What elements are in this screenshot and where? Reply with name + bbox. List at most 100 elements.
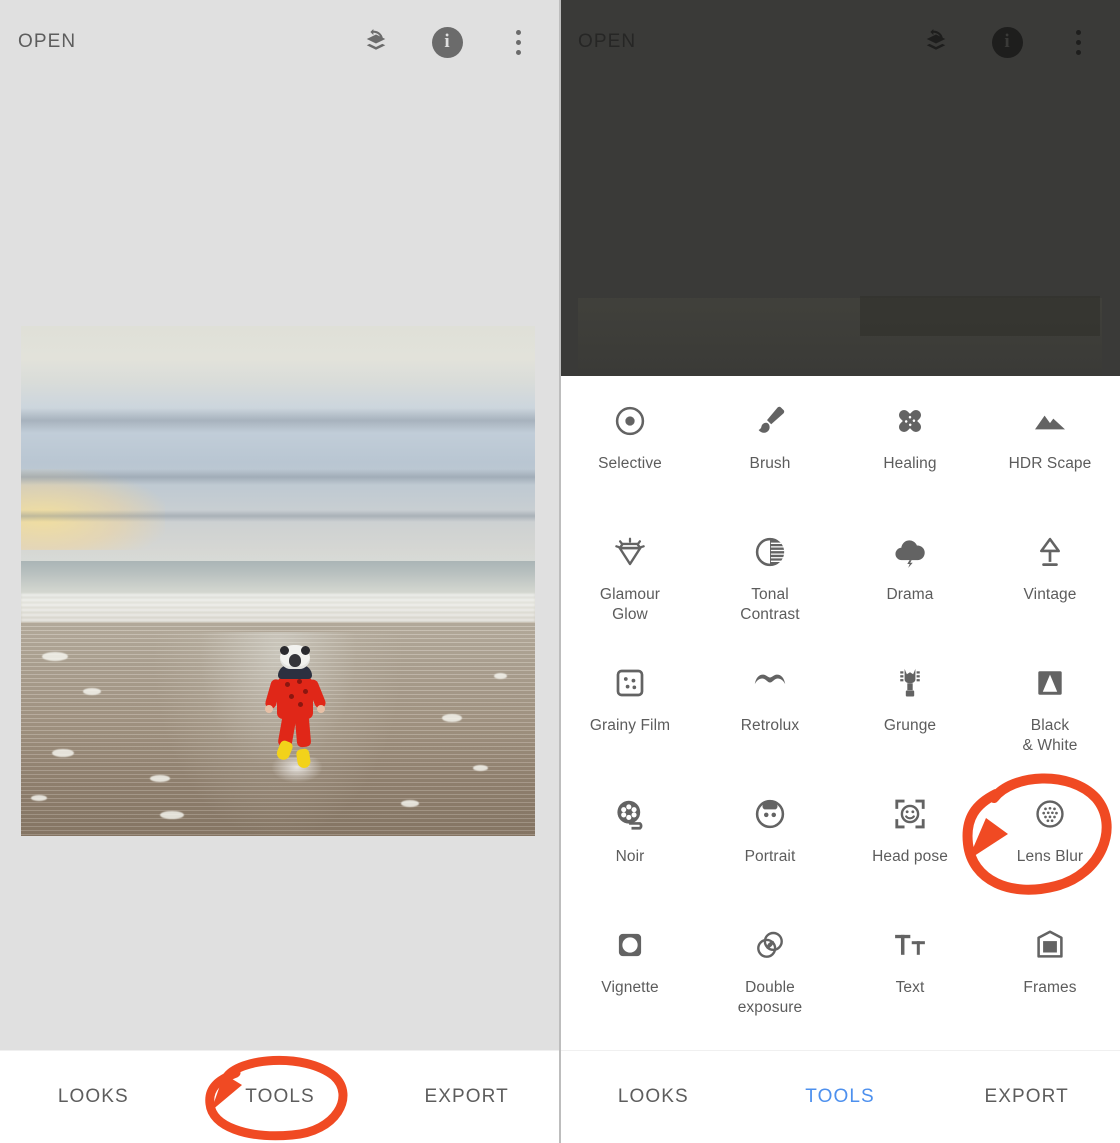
tool-lens-blur[interactable]: Lens Blur xyxy=(980,779,1120,910)
tool-brush[interactable]: Brush xyxy=(700,386,840,517)
noir-icon xyxy=(609,793,651,835)
overflow-dots xyxy=(515,29,521,55)
tool-frames[interactable]: Frames xyxy=(980,910,1120,1041)
tool-label: Noir xyxy=(615,848,645,865)
photo-cloud-band xyxy=(21,407,535,434)
info-icon[interactable]: i xyxy=(990,25,1024,59)
head-pose-icon xyxy=(889,793,931,835)
tool-noir[interactable]: Noir xyxy=(560,779,700,910)
tool-retrolux[interactable]: Retrolux xyxy=(700,648,840,779)
photo-subject-child xyxy=(263,644,327,783)
photo-foam xyxy=(473,764,489,771)
info-glyph: i xyxy=(431,26,463,58)
photo-stage xyxy=(0,0,560,1050)
tool-glamour-glow[interactable]: Glamour Glow xyxy=(560,517,700,648)
tool-label: Vintage xyxy=(1023,586,1077,603)
tool-label: Lens Blur xyxy=(1016,848,1084,865)
left-panel: OPEN i LOOKS TOOLS EXPORT xyxy=(0,0,560,1143)
lens-blur-icon xyxy=(1029,793,1071,835)
tool-vignette[interactable]: Vignette xyxy=(560,910,700,1041)
nav-export[interactable]: EXPORT xyxy=(933,1086,1120,1108)
tool-grainy-film[interactable]: Grainy Film xyxy=(560,648,700,779)
open-button[interactable]: OPEN xyxy=(578,31,636,53)
glamour-glow-icon xyxy=(609,531,651,573)
tool-label: Head pose xyxy=(872,848,948,865)
text-icon xyxy=(889,924,931,966)
selective-icon xyxy=(609,400,651,442)
brush-icon xyxy=(749,400,791,442)
panel-divider xyxy=(559,0,561,1143)
tool-drama[interactable]: Drama xyxy=(840,517,980,648)
overflow-menu-icon[interactable] xyxy=(1061,25,1095,59)
child-hat-face xyxy=(288,653,301,667)
nav-tools[interactable]: TOOLS xyxy=(747,1086,934,1108)
portrait-icon xyxy=(749,793,791,835)
nav-looks[interactable]: LOOKS xyxy=(0,1086,187,1108)
tool-selective[interactable]: Selective xyxy=(560,386,700,517)
tool-label: HDR Scape xyxy=(1008,455,1092,472)
overflow-dots xyxy=(1075,29,1081,55)
tool-text[interactable]: Text xyxy=(840,910,980,1041)
tools-grid: Selective Brush Healing HDR Scape Glamou… xyxy=(560,376,1120,1050)
nav-tools[interactable]: TOOLS xyxy=(187,1086,374,1108)
open-button[interactable]: OPEN xyxy=(18,31,76,53)
retrolux-icon xyxy=(749,662,791,704)
left-app-bar: OPEN i xyxy=(0,0,560,84)
child-hat-ear xyxy=(279,645,289,655)
dual-screenshot-comparison: OPEN i LOOKS TOOLS EXPORT OPEN i Selecti… xyxy=(0,0,1120,1143)
info-glyph: i xyxy=(991,26,1023,58)
child-suit-spots xyxy=(277,675,313,719)
right-app-bar-actions: i xyxy=(919,25,1102,59)
double-exposure-icon xyxy=(749,924,791,966)
child-hat-ear xyxy=(300,645,310,655)
tool-label: Grunge xyxy=(883,717,937,734)
tool-healing[interactable]: Healing xyxy=(840,386,980,517)
overflow-menu-icon[interactable] xyxy=(501,25,535,59)
grainy-film-icon xyxy=(609,662,651,704)
photo-foam xyxy=(442,713,463,722)
tool-label: Healing xyxy=(883,455,937,472)
drama-icon xyxy=(889,531,931,573)
vintage-icon xyxy=(1029,531,1071,573)
vignette-icon xyxy=(609,924,651,966)
photo-cloud-band xyxy=(21,509,535,522)
tool-label: Grainy Film xyxy=(589,717,671,734)
tool-tonal-contrast[interactable]: Tonal Contrast xyxy=(700,517,840,648)
frames-icon xyxy=(1029,924,1071,966)
tool-label: Selective xyxy=(598,455,662,472)
nav-looks[interactable]: LOOKS xyxy=(560,1086,747,1108)
photo-foam xyxy=(159,810,184,819)
tool-label: Brush xyxy=(749,455,791,472)
undo-layers-icon[interactable] xyxy=(359,25,393,59)
tool-label: Tonal Contrast xyxy=(740,586,800,624)
tool-label: Retrolux xyxy=(740,717,800,734)
tool-label: Double exposure xyxy=(737,979,803,1017)
right-bottom-nav: LOOKS TOOLS EXPORT xyxy=(560,1050,1120,1143)
tool-portrait[interactable]: Portrait xyxy=(700,779,840,910)
info-icon[interactable]: i xyxy=(430,25,464,59)
tool-label: Frames xyxy=(1023,979,1077,996)
hdr-scape-icon xyxy=(1029,400,1071,442)
tool-double-exposure[interactable]: Double exposure xyxy=(700,910,840,1041)
tool-head-pose[interactable]: Head pose xyxy=(840,779,980,910)
tool-grunge[interactable]: Grunge xyxy=(840,648,980,779)
tool-label: Glamour Glow xyxy=(599,586,661,624)
photo-cloud-band xyxy=(21,468,535,486)
nav-export[interactable]: EXPORT xyxy=(373,1086,560,1108)
black-and-white-icon xyxy=(1029,662,1071,704)
photo-preview[interactable] xyxy=(21,326,535,836)
tonal-contrast-icon xyxy=(749,531,791,573)
left-bottom-nav: LOOKS TOOLS EXPORT xyxy=(0,1050,560,1143)
grunge-icon xyxy=(889,662,931,704)
undo-layers-icon[interactable] xyxy=(919,25,953,59)
tool-label: Text xyxy=(895,979,925,996)
tool-vintage[interactable]: Vintage xyxy=(980,517,1120,648)
photo-surf xyxy=(21,593,535,622)
photo-foam xyxy=(149,774,170,782)
tool-label: Drama xyxy=(886,586,934,603)
healing-icon xyxy=(889,400,931,442)
child-hand xyxy=(316,704,325,713)
tool-hdr-scape[interactable]: HDR Scape xyxy=(980,386,1120,517)
right-app-bar: OPEN i xyxy=(560,0,1120,84)
tool-black-and-white[interactable]: Black & White xyxy=(980,648,1120,779)
